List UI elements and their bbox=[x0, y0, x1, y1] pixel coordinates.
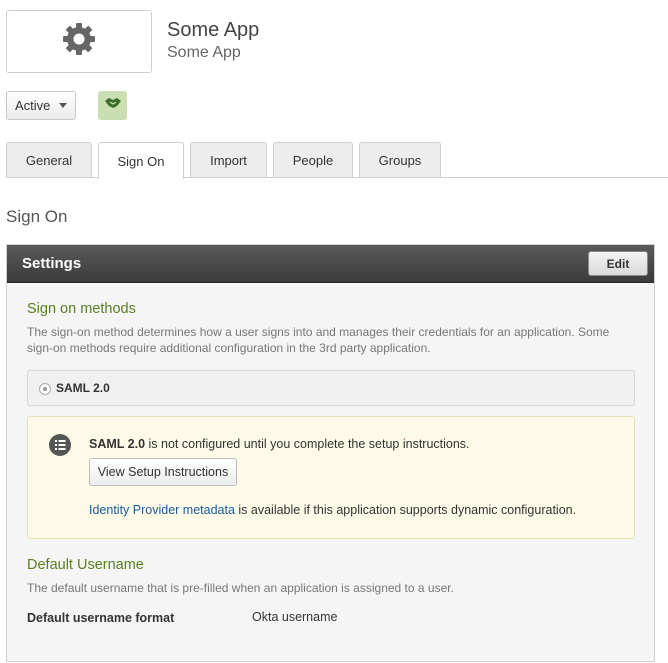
tab-people[interactable]: People bbox=[273, 142, 353, 177]
edit-button[interactable]: Edit bbox=[588, 251, 648, 276]
setup-notice-text: SAML 2.0 is not configured until you com… bbox=[89, 437, 470, 451]
tab-label: Sign On bbox=[117, 153, 165, 169]
saml-option[interactable]: SAML 2.0 bbox=[27, 370, 635, 406]
default-username-format-value: Okta username bbox=[252, 610, 338, 624]
saml-option-label: SAML 2.0 bbox=[56, 381, 110, 395]
status-dropdown-value: Active bbox=[15, 98, 51, 113]
app-subtitle: Some App bbox=[167, 44, 241, 61]
app-title: Some App bbox=[167, 19, 260, 41]
gear-icon bbox=[60, 20, 98, 63]
settings-header: Settings Edit bbox=[7, 245, 654, 283]
saml-radio[interactable] bbox=[39, 383, 51, 395]
view-setup-instructions-button[interactable]: View Setup Instructions bbox=[89, 458, 237, 486]
sign-on-methods-description: The sign-on method determines how a user… bbox=[27, 325, 610, 355]
default-username-format-label: Default username format bbox=[27, 611, 175, 625]
chevron-down-icon bbox=[59, 103, 67, 108]
metadata-line: Identity Provider metadata is available … bbox=[89, 503, 576, 517]
status-dropdown[interactable]: Active bbox=[6, 91, 76, 120]
list-icon bbox=[49, 434, 71, 461]
handshake-button[interactable] bbox=[98, 91, 127, 120]
tab-label: Groups bbox=[378, 152, 422, 168]
tab-label: General bbox=[25, 152, 73, 168]
notice-message: is not configured until you complete the… bbox=[145, 437, 470, 451]
section-title: Sign On bbox=[6, 207, 68, 226]
app-logo bbox=[6, 10, 152, 73]
idp-metadata-link[interactable]: Identity Provider metadata bbox=[89, 503, 235, 517]
handshake-icon bbox=[104, 96, 122, 115]
notice-method-name: SAML 2.0 bbox=[89, 437, 146, 451]
tab-sign-on[interactable]: Sign On bbox=[98, 142, 184, 179]
tab-import[interactable]: Import bbox=[190, 142, 267, 177]
tab-label: People bbox=[292, 152, 334, 168]
metadata-suffix: is available if this application support… bbox=[234, 503, 577, 517]
sign-on-methods-heading: Sign on methods bbox=[27, 301, 136, 317]
tab-general[interactable]: General bbox=[6, 142, 92, 177]
settings-title: Settings bbox=[22, 255, 82, 272]
settings-panel: Settings Edit Sign on methods The sign-o… bbox=[6, 244, 655, 662]
tab-groups[interactable]: Groups bbox=[359, 142, 441, 177]
default-username-description: The default username that is pre-filled … bbox=[27, 581, 454, 595]
setup-notice: SAML 2.0 is not configured until you com… bbox=[27, 416, 635, 539]
default-username-heading: Default Username bbox=[27, 557, 144, 573]
tab-label: Import bbox=[210, 152, 247, 168]
